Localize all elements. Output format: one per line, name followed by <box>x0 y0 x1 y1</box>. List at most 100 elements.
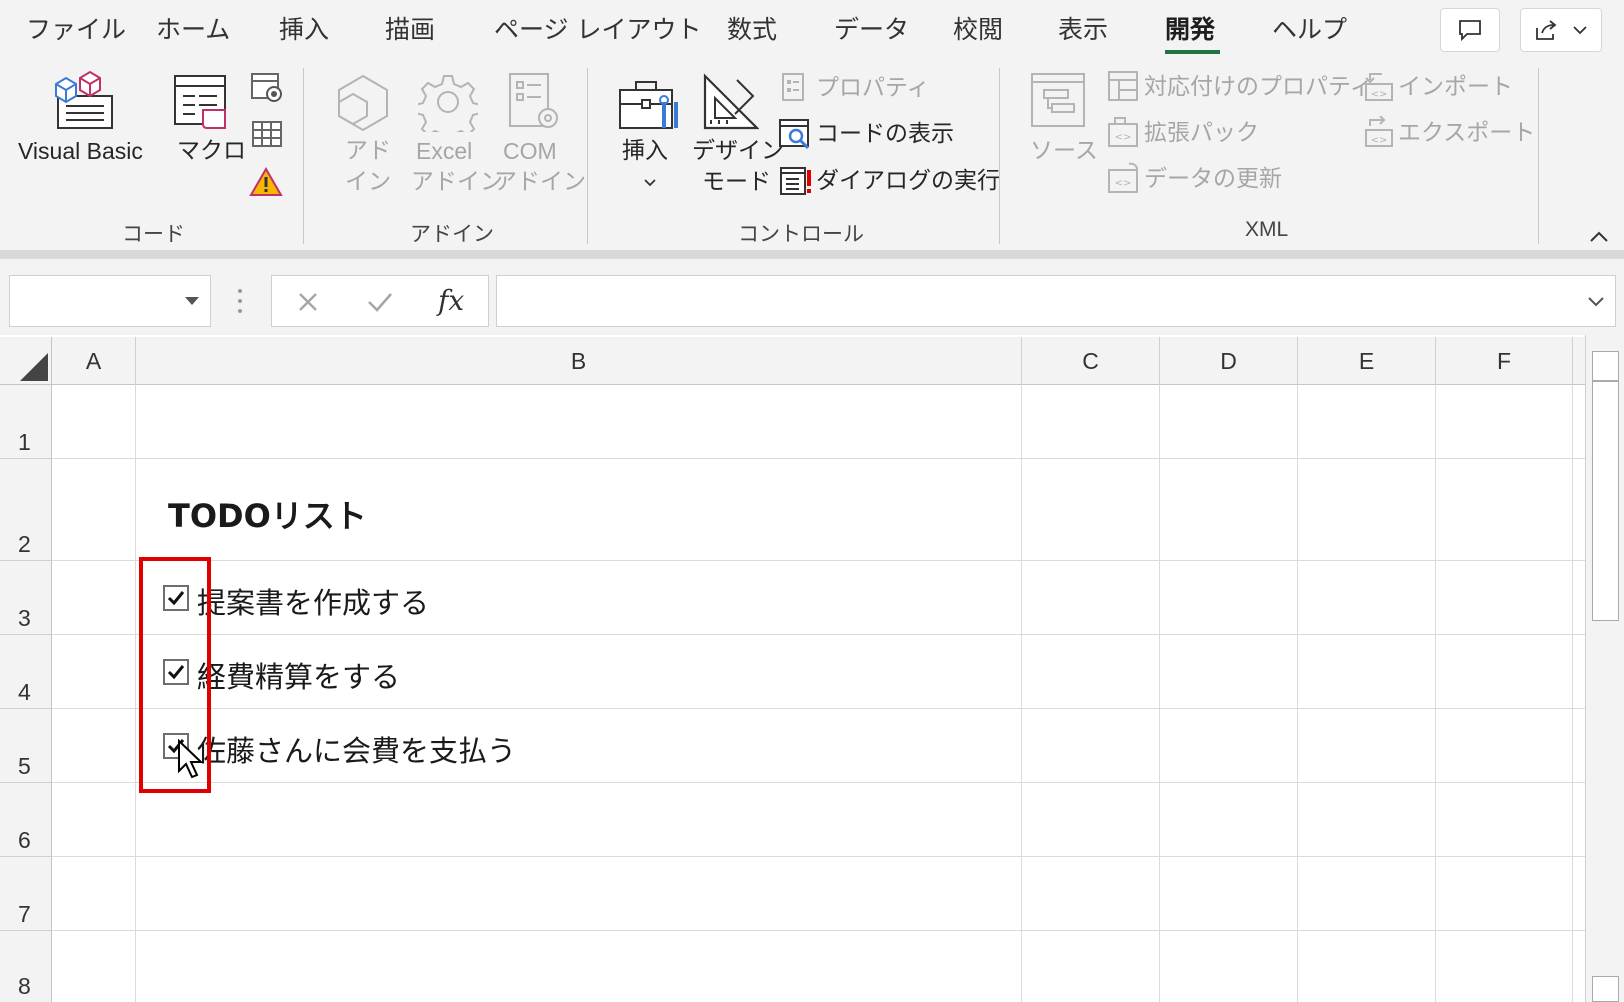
addins-icon <box>338 74 388 132</box>
gridline <box>135 385 136 1002</box>
tab-home[interactable]: ホーム <box>156 10 230 46</box>
import-icon: <> <box>1365 73 1393 101</box>
export-icon: <> <box>1365 116 1393 147</box>
svg-text:<>: <> <box>1115 132 1132 143</box>
excel-window: ファイル ホーム 挿入 描画 ページ レイアウト 数式 データ 校閲 表示 開発… <box>0 0 1624 1002</box>
enter-check-icon[interactable] <box>366 290 394 314</box>
svg-text:<>: <> <box>1371 135 1388 146</box>
row-header-6[interactable]: 6 <box>0 783 52 857</box>
macro-icon <box>174 75 226 129</box>
scroll-up-button[interactable] <box>1592 351 1619 381</box>
addin-group-label: アドイン <box>410 222 494 246</box>
tab-draw[interactable]: 描画 <box>385 10 435 46</box>
ribbon: Visual Basic マクロ コード アド イン Excel アドイン CO… <box>0 60 1624 250</box>
tab-file[interactable]: ファイル <box>26 10 126 46</box>
tab-data[interactable]: データ <box>834 10 909 46</box>
share-icon <box>1536 20 1557 40</box>
gridline <box>52 560 1585 561</box>
column-header-d[interactable]: D <box>1160 337 1298 385</box>
chevron-down-icon <box>644 179 656 187</box>
view-code-label: コードの表示 <box>816 121 954 147</box>
record-macro-icon[interactable] <box>250 72 284 104</box>
name-box[interactable] <box>9 275 211 327</box>
formula-input[interactable] <box>496 275 1616 327</box>
excel-addins-label-line1: Excel <box>416 138 473 164</box>
expansion-packs-icon: <> <box>1108 117 1138 147</box>
tab-developer[interactable]: 開発 <box>1165 10 1215 46</box>
tab-insert[interactable]: 挿入 <box>279 10 329 46</box>
refresh-data-icon: <> <box>1108 162 1138 193</box>
formula-actions: fx <box>271 275 489 327</box>
tab-review[interactable]: 校閲 <box>953 10 1003 46</box>
comment-icon <box>1459 20 1481 41</box>
comments-button[interactable] <box>1440 8 1500 52</box>
gridline <box>52 856 1585 857</box>
tab-page-layout[interactable]: ページ レイアウト <box>494 10 701 46</box>
design-mode-label-line1: デザイン <box>692 138 784 164</box>
todo-title: TODOリスト <box>168 497 367 535</box>
insert-function-button[interactable]: fx <box>438 284 464 317</box>
column-header-f[interactable]: F <box>1436 337 1573 385</box>
row-header-8[interactable]: 8 <box>0 931 52 1002</box>
row-header-1[interactable]: 1 <box>0 385 52 459</box>
column-header-c[interactable]: C <box>1022 337 1160 385</box>
scroll-down-button[interactable] <box>1592 976 1619 1002</box>
gridline <box>1572 385 1573 1002</box>
macro-label: マクロ <box>177 138 246 164</box>
tab-help[interactable]: ヘルプ <box>1272 10 1347 46</box>
todo-item-label: 佐藤さんに会費を支払う <box>197 734 517 768</box>
column-header-b[interactable]: B <box>136 337 1022 385</box>
todo-item-label: 提案書を作成する <box>197 586 430 620</box>
expansion-packs-label: 拡張パック <box>1144 120 1259 146</box>
svg-text:<>: <> <box>1371 89 1388 100</box>
collapse-ribbon-icon[interactable] <box>1588 230 1610 244</box>
active-tab-indicator <box>1165 50 1220 54</box>
scroll-thumb[interactable] <box>1592 381 1619 621</box>
gridline <box>1021 385 1022 1002</box>
cancel-icon[interactable] <box>296 290 320 314</box>
export-label: エクスポート <box>1398 120 1536 146</box>
share-button[interactable] <box>1520 8 1602 52</box>
select-all-button[interactable] <box>0 337 52 385</box>
relative-references-icon[interactable] <box>251 120 283 150</box>
gridline <box>1435 385 1436 1002</box>
view-code-icon <box>779 119 810 150</box>
addins-label-line2: イン <box>345 169 391 195</box>
column-header-e[interactable]: E <box>1298 337 1436 385</box>
formula-bar-grip-icon[interactable] <box>236 287 244 315</box>
import-label: インポート <box>1398 74 1513 100</box>
row-header-3[interactable]: 3 <box>0 561 52 635</box>
ribbon-separator <box>587 68 588 244</box>
tab-formulas[interactable]: 数式 <box>727 10 777 46</box>
refresh-data-label: データの更新 <box>1144 166 1282 192</box>
com-addins-icon <box>509 73 558 128</box>
select-all-triangle-icon <box>20 353 48 381</box>
properties-label: プロパティ <box>816 75 930 101</box>
expand-formula-bar-icon[interactable] <box>1587 296 1605 308</box>
highlight-box <box>139 557 211 793</box>
gridline <box>52 930 1585 931</box>
row-header-2[interactable]: 2 <box>0 459 52 561</box>
run-dialog-label: ダイアログの実行 <box>816 168 1000 194</box>
visual-basic-icon <box>55 70 113 129</box>
vertical-scrollbar[interactable] <box>1585 335 1624 1002</box>
gridline <box>1297 385 1298 1002</box>
design-mode-icon <box>703 73 759 130</box>
xml-group-label: XML <box>1245 218 1289 241</box>
design-mode-label-line2: モード <box>702 169 771 195</box>
menu-bar: ファイル ホーム 挿入 描画 ページ レイアウト 数式 データ 校閲 表示 開発… <box>0 0 1624 60</box>
tab-view[interactable]: 表示 <box>1058 10 1108 46</box>
ribbon-separator <box>1538 68 1539 244</box>
gear-icon <box>418 75 478 132</box>
gridline <box>1159 385 1160 1002</box>
macro-security-warning-icon[interactable] <box>249 166 283 198</box>
name-box-dropdown-icon[interactable] <box>184 296 200 306</box>
visual-basic-label: Visual Basic <box>18 138 143 164</box>
addins-label-line1: アド <box>345 138 391 164</box>
row-header-7[interactable]: 7 <box>0 857 52 931</box>
row-header-5[interactable]: 5 <box>0 709 52 783</box>
ribbon-divider <box>0 250 1624 259</box>
column-header-a[interactable]: A <box>52 337 136 385</box>
map-properties-icon <box>1108 71 1138 101</box>
row-header-4[interactable]: 4 <box>0 635 52 709</box>
